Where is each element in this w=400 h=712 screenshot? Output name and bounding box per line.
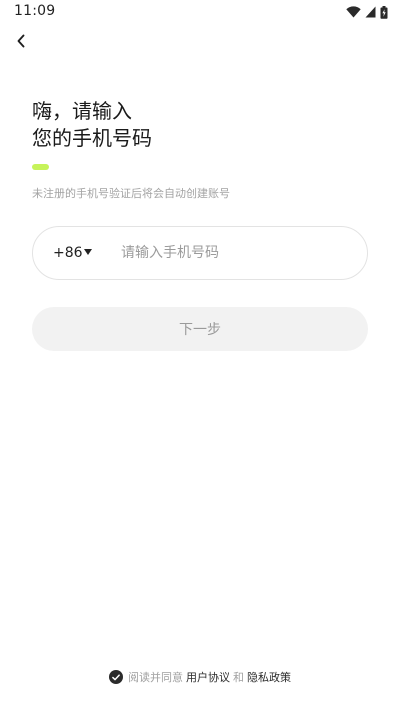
agreement-and: 和 <box>233 671 244 684</box>
status-icons <box>346 4 388 20</box>
page-title-line-1: 嗨，请输入 <box>32 99 132 123</box>
privacy-policy-link[interactable]: 隐私政策 <box>247 669 291 685</box>
back-button[interactable] <box>10 30 32 52</box>
country-code-selector[interactable]: +86 <box>53 227 92 279</box>
caret-down-icon <box>83 249 92 255</box>
agreement-checkbox[interactable] <box>109 670 123 684</box>
agreement-row: 阅读并同意 用户协议 和 隐私政策 <box>0 667 400 687</box>
battery-icon <box>380 5 388 19</box>
agreement-prefix: 阅读并同意 <box>128 671 183 684</box>
checkmark-icon <box>112 673 120 680</box>
wifi-icon <box>346 6 361 18</box>
auto-register-hint: 未注册的手机号验证后将会自动创建账号 <box>32 187 230 200</box>
phone-login-screen: 11:09 嗨，请输入 您的手机号码 未注册的手机号验证后将会自动创建账号 +8… <box>0 0 400 712</box>
status-time: 11:09 <box>14 3 56 19</box>
accent-bar <box>32 164 49 170</box>
page-title: 嗨，请输入 您的手机号码 <box>32 98 152 152</box>
user-agreement-link[interactable]: 用户协议 <box>186 669 230 685</box>
country-code-value: +86 <box>53 245 83 261</box>
phone-input-field: +86 <box>32 226 368 280</box>
page-title-line-2: 您的手机号码 <box>32 126 152 150</box>
chevron-left-icon <box>17 34 25 48</box>
phone-number-input[interactable] <box>121 227 351 279</box>
next-button[interactable]: 下一步 <box>32 307 368 351</box>
signal-icon <box>365 6 376 18</box>
status-bar: 11:09 <box>0 0 400 24</box>
